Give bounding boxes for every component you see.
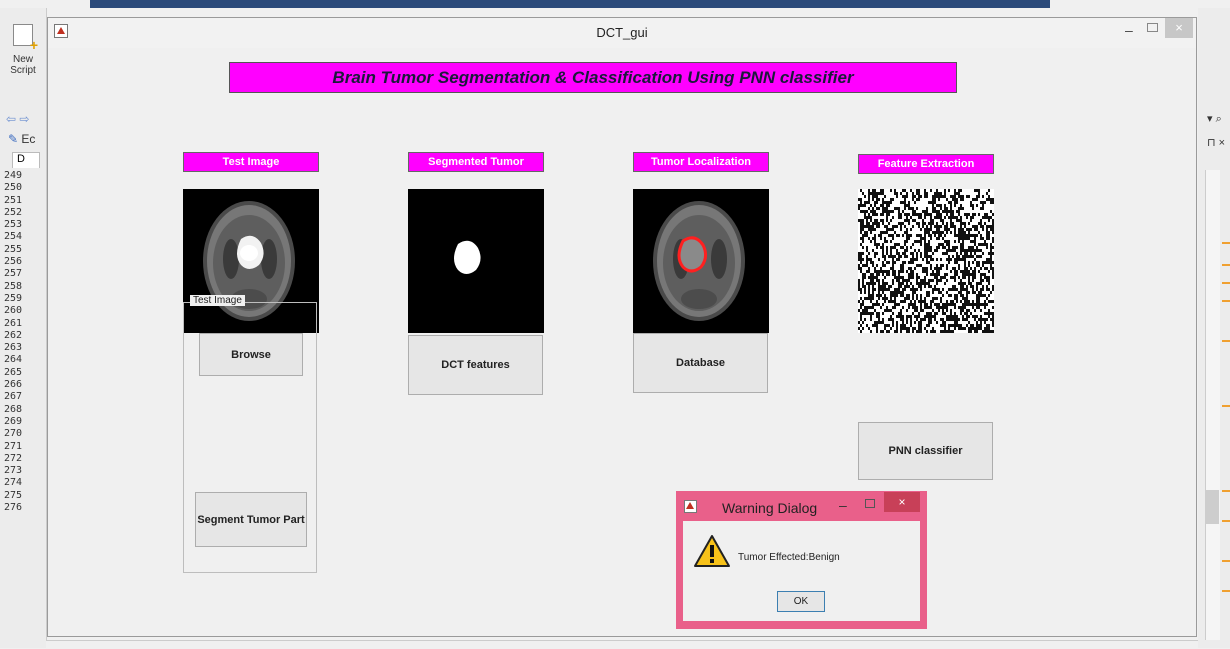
line-number: 254 (4, 231, 23, 243)
panel-label-test-image: Test Image (183, 152, 319, 172)
segmented-tumor-display (408, 189, 544, 333)
dialog-minimize-button[interactable]: – (839, 497, 847, 513)
line-number: 249 (4, 170, 23, 181)
minimize-button[interactable]: – (1125, 22, 1133, 38)
maximize-button[interactable] (1147, 23, 1158, 32)
line-number: 265 (4, 366, 23, 378)
edit-pencil-icon: ✎ (8, 132, 19, 146)
editor-tab-label: Ec (21, 132, 36, 146)
line-number: 271 (4, 440, 23, 452)
panel-label-segmented-tumor: Segmented Tumor (408, 152, 544, 172)
line-number: 255 (4, 243, 23, 255)
line-number: 270 (4, 428, 23, 440)
marker (1222, 590, 1230, 592)
line-number: 257 (4, 268, 23, 280)
line-number: 252 (4, 206, 23, 218)
taskbar-strip (90, 0, 1050, 8)
test-image-group-title: Test Image (190, 295, 245, 306)
editor-label[interactable]: ✎ Ec (8, 132, 35, 146)
close-button[interactable]: × (1165, 18, 1193, 38)
marker (1222, 405, 1230, 407)
undock-close-icon[interactable]: ⊓ × (1207, 136, 1225, 149)
scrollbar-thumb[interactable] (1205, 490, 1219, 524)
line-number: 267 (4, 391, 23, 403)
dialog-maximize-button[interactable] (865, 499, 875, 508)
dialog-message: Tumor Effected:Benign (738, 552, 840, 563)
line-number: 250 (4, 182, 23, 194)
new-script-label-2: Script (10, 65, 36, 76)
marker (1222, 520, 1230, 522)
window-titlebar[interactable]: DCT_gui – × (48, 18, 1196, 48)
marker (1222, 560, 1230, 562)
warning-icon (694, 535, 730, 567)
line-number: 272 (4, 452, 23, 464)
marker (1222, 300, 1230, 302)
pnn-classifier-button[interactable]: PNN classifier (858, 422, 993, 480)
marker (1222, 340, 1230, 342)
dct-gui-window: DCT_gui – × Brain Tumor Segmentation & C… (47, 17, 1197, 637)
line-number: 260 (4, 305, 23, 317)
tumor-localization-display (633, 189, 769, 333)
line-number: 256 (4, 256, 23, 268)
dialog-ok-button[interactable]: OK (777, 591, 825, 612)
database-button[interactable]: Database (633, 333, 768, 393)
segment-tumor-part-button[interactable]: Segment Tumor Part (195, 492, 307, 547)
line-number: 275 (4, 489, 23, 501)
dialog-title: Warning Dialog (722, 500, 818, 516)
line-number: 268 (4, 403, 23, 415)
feature-extraction-display (858, 189, 994, 333)
line-number: 276 (4, 502, 23, 514)
dct-features-button[interactable]: DCT features (408, 335, 543, 395)
line-number: 274 (4, 477, 23, 489)
line-number: 251 (4, 194, 23, 206)
document-tab[interactable]: D (12, 152, 40, 168)
nav-arrows-icon[interactable]: ⇦ ⇨ (6, 112, 29, 126)
line-number: 261 (4, 317, 23, 329)
panel-label-feature-extraction: Feature Extraction (858, 154, 994, 174)
line-number: 263 (4, 342, 23, 354)
line-number: 269 (4, 415, 23, 427)
marker (1222, 282, 1230, 284)
dialog-matlab-icon (684, 500, 697, 513)
line-number: 273 (4, 465, 23, 477)
line-numbers: 249 250 251 252 253 254 255 256 257 258 259 260 261 2… (4, 170, 44, 514)
marker (1222, 264, 1230, 266)
dialog-close-button[interactable]: × (884, 492, 920, 512)
browse-button[interactable]: Browse (199, 333, 303, 376)
line-number: 266 (4, 379, 23, 391)
new-script-label-1: New (12, 54, 33, 65)
new-script-button[interactable]: New Script (6, 24, 40, 76)
window-title: DCT_gui (596, 25, 648, 40)
line-number: 258 (4, 280, 23, 292)
line-number: 264 (4, 354, 23, 366)
new-script-icon (13, 24, 38, 51)
editor-scrollbar[interactable] (1205, 170, 1220, 640)
search-icon[interactable]: ▾ ⌕ (1207, 112, 1222, 126)
document-tab-label: D (17, 153, 25, 165)
line-number: 253 (4, 219, 23, 231)
line-number: 259 (4, 292, 23, 304)
line-number: 262 (4, 329, 23, 341)
marker (1222, 490, 1230, 492)
page-title-banner: Brain Tumor Segmentation & Classificatio… (229, 62, 957, 93)
warning-dialog: Warning Dialog – × Tumor Effected:Benign… (676, 491, 927, 629)
panel-label-tumor-localization: Tumor Localization (633, 152, 769, 172)
marker (1222, 242, 1230, 244)
